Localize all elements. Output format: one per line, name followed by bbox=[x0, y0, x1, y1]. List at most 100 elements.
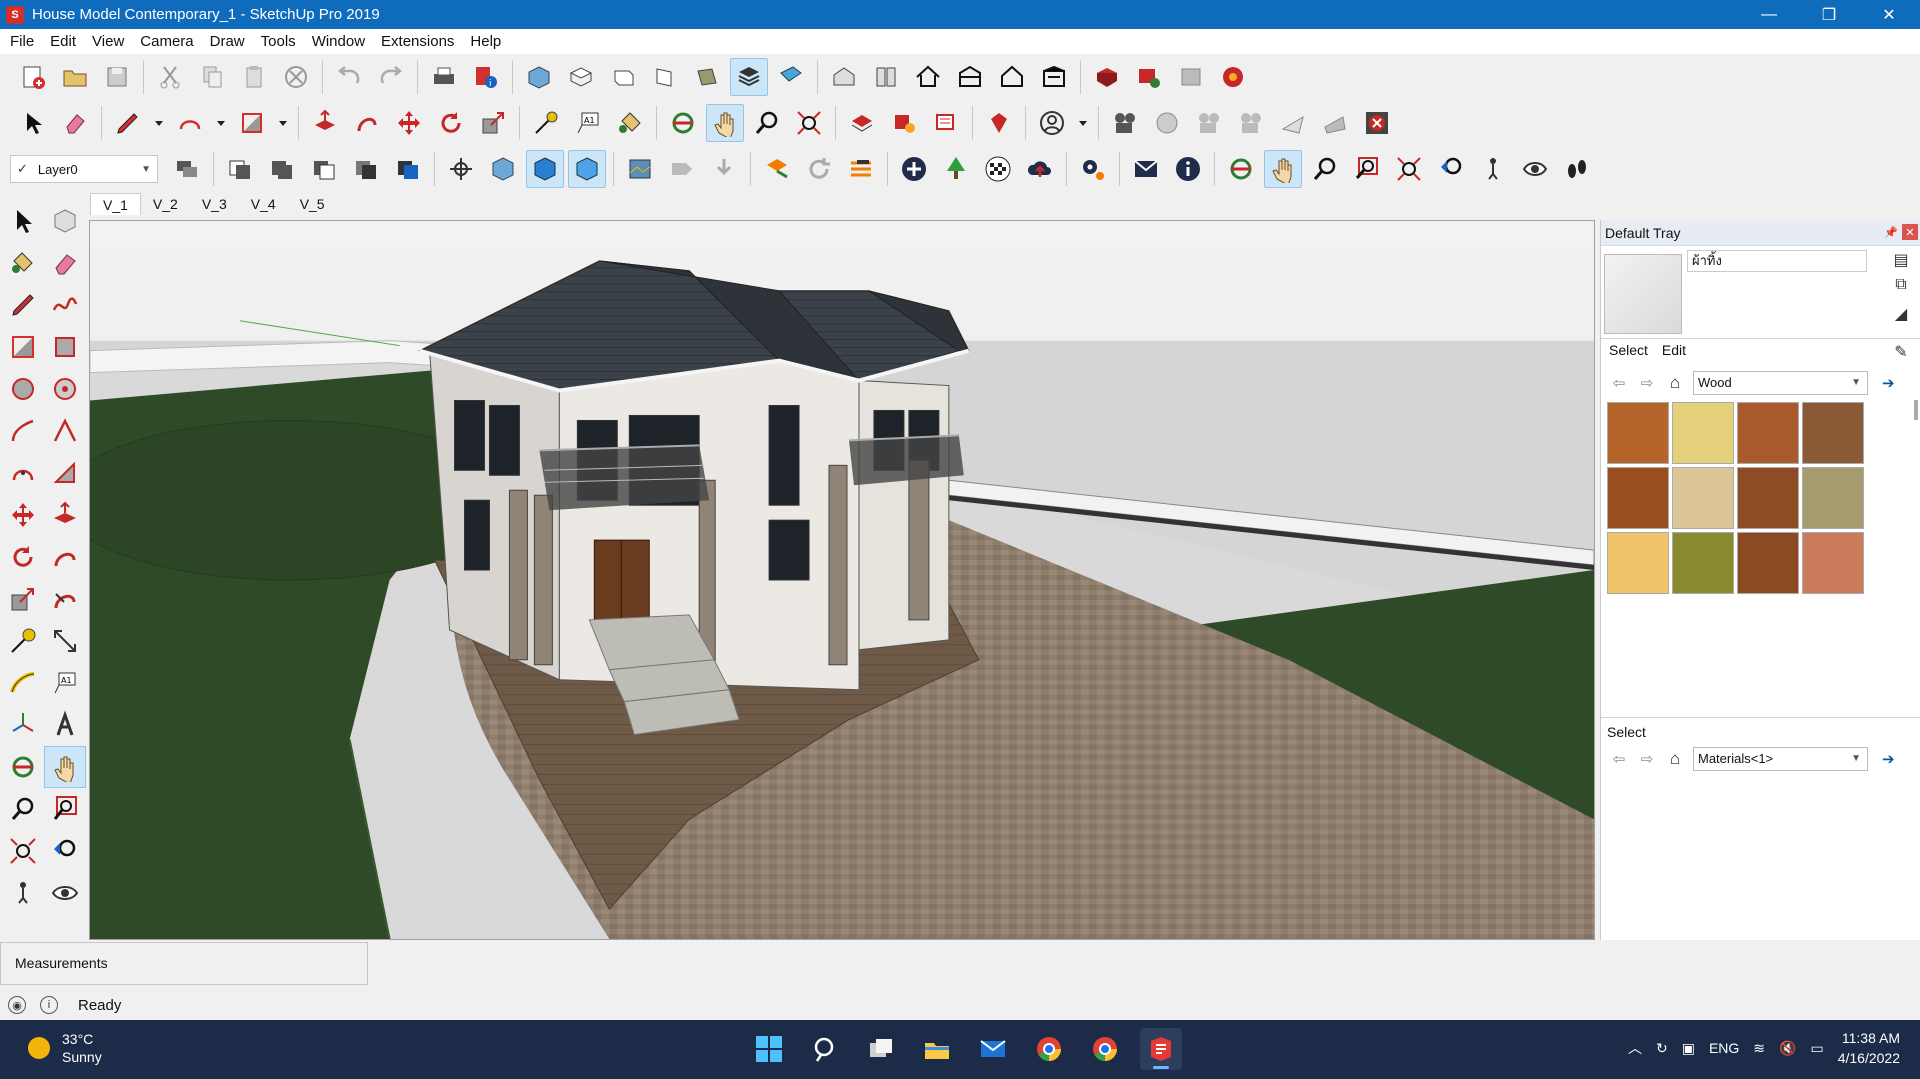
chrome-2-icon[interactable] bbox=[1084, 1028, 1126, 1070]
zoom-extents-icon[interactable] bbox=[790, 104, 828, 142]
axes-tool-icon[interactable] bbox=[2, 704, 44, 746]
menu-tools[interactable]: Tools bbox=[253, 29, 304, 54]
menu-camera[interactable]: Camera bbox=[132, 29, 201, 54]
download-icon[interactable] bbox=[705, 150, 743, 188]
menu-draw[interactable]: Draw bbox=[202, 29, 253, 54]
speaker-muted-icon[interactable]: 🔇 bbox=[1779, 1040, 1796, 1057]
material-swatch[interactable] bbox=[1672, 402, 1734, 464]
pan-tool-icon[interactable] bbox=[44, 746, 86, 788]
forward-arrow-icon[interactable]: ⇨ bbox=[1637, 374, 1657, 392]
cut-button[interactable] bbox=[151, 58, 189, 96]
task-view-icon[interactable] bbox=[860, 1028, 902, 1070]
two-point-arc-tool-icon[interactable] bbox=[44, 410, 86, 452]
paste-button[interactable] bbox=[235, 58, 273, 96]
animation-icon[interactable] bbox=[1190, 104, 1228, 142]
look-around-icon[interactable] bbox=[1516, 150, 1554, 188]
garage-icon[interactable] bbox=[1035, 58, 1073, 96]
render-region-icon[interactable] bbox=[1172, 58, 1210, 96]
position-camera-tool-icon[interactable] bbox=[2, 872, 44, 914]
material-swatch[interactable] bbox=[1607, 402, 1669, 464]
display-secondary-icon[interactable]: ▤ bbox=[1892, 250, 1910, 269]
move-icon[interactable] bbox=[390, 104, 428, 142]
rotate-tool-icon[interactable] bbox=[2, 536, 44, 578]
zoom-extents-2-icon[interactable] bbox=[1390, 150, 1428, 188]
eraser-tool-icon[interactable] bbox=[44, 242, 86, 284]
tag-icon[interactable] bbox=[663, 150, 701, 188]
store-icon[interactable] bbox=[951, 58, 989, 96]
material-swatch[interactable] bbox=[1607, 532, 1669, 594]
line-tool-icon[interactable] bbox=[2, 284, 44, 326]
line-dropdown-icon[interactable] bbox=[151, 104, 167, 142]
close-tray-icon[interactable]: ✕ bbox=[1902, 224, 1918, 240]
pan-2-icon[interactable] bbox=[1264, 150, 1302, 188]
book-icon[interactable] bbox=[867, 58, 905, 96]
zoom-window-icon[interactable] bbox=[1348, 150, 1386, 188]
back-arrow-2-icon[interactable]: ⇦ bbox=[1609, 750, 1629, 768]
cloud-upload-icon[interactable] bbox=[1021, 150, 1059, 188]
settings-gears-icon[interactable] bbox=[1074, 150, 1112, 188]
library-scrollbar[interactable] bbox=[1914, 400, 1918, 420]
list-export-icon[interactable] bbox=[842, 150, 880, 188]
polygon-tool-icon[interactable] bbox=[44, 368, 86, 410]
tab-select[interactable]: Select bbox=[1609, 342, 1648, 358]
material-name-field[interactable]: ผ้าทิ้ง bbox=[1687, 250, 1867, 272]
model-info-button[interactable]: i bbox=[467, 58, 505, 96]
account-icon[interactable] bbox=[1033, 104, 1071, 142]
scale-tool-icon[interactable] bbox=[2, 578, 44, 620]
wifi-icon[interactable]: ≋ bbox=[1753, 1040, 1765, 1057]
print-button[interactable] bbox=[425, 58, 463, 96]
pie-tool-icon[interactable] bbox=[44, 452, 86, 494]
material-swatch[interactable] bbox=[1607, 467, 1669, 529]
material-swatch[interactable] bbox=[1802, 532, 1864, 594]
arc-dropdown-icon[interactable] bbox=[213, 104, 229, 142]
details-arrow-icon[interactable]: ➔ bbox=[1882, 374, 1895, 392]
three-point-arc-tool-icon[interactable] bbox=[2, 452, 44, 494]
forward-arrow-2-icon[interactable]: ⇨ bbox=[1637, 750, 1657, 768]
previous-view-icon[interactable] bbox=[1432, 150, 1470, 188]
in-model-home-2-icon[interactable]: ⌂ bbox=[1665, 749, 1685, 769]
sketchup-taskbar-icon[interactable] bbox=[1140, 1028, 1182, 1070]
animation-2-icon[interactable] bbox=[1232, 104, 1270, 142]
default-material-icon[interactable]: ◢ bbox=[1892, 304, 1910, 323]
erase-button[interactable] bbox=[277, 58, 315, 96]
rotated-rectangle-tool-icon[interactable] bbox=[44, 326, 86, 368]
outer-shell-icon[interactable] bbox=[221, 150, 259, 188]
language-indicator[interactable]: ENG bbox=[1709, 1040, 1739, 1056]
material-swatch[interactable] bbox=[1802, 467, 1864, 529]
redo-button[interactable] bbox=[372, 58, 410, 96]
tape-measure-icon[interactable] bbox=[527, 104, 565, 142]
front-view-icon[interactable] bbox=[604, 58, 642, 96]
intersect-icon[interactable] bbox=[347, 150, 385, 188]
model-viewport[interactable] bbox=[89, 220, 1595, 940]
battery-icon[interactable]: ▭ bbox=[1810, 1040, 1823, 1057]
arc-icon[interactable] bbox=[171, 104, 209, 142]
weather-widget[interactable]: 33°C Sunny bbox=[28, 1030, 102, 1066]
material-swatch[interactable] bbox=[1737, 467, 1799, 529]
scene-tab-v4[interactable]: V_4 bbox=[239, 193, 288, 215]
save-button[interactable] bbox=[98, 58, 136, 96]
top-view-icon[interactable] bbox=[562, 58, 600, 96]
follow-me-tool-icon[interactable] bbox=[44, 536, 86, 578]
xray-style-icon[interactable] bbox=[772, 58, 810, 96]
rectangle-tool-icon[interactable] bbox=[2, 326, 44, 368]
menu-view[interactable]: View bbox=[84, 29, 132, 54]
minimize-button[interactable]: — bbox=[1740, 0, 1798, 29]
camera-reel-icon[interactable] bbox=[1106, 104, 1144, 142]
circle-tool-icon[interactable] bbox=[2, 368, 44, 410]
shaded-style-icon[interactable] bbox=[730, 58, 768, 96]
material-swatch[interactable] bbox=[1737, 532, 1799, 594]
tab-edit[interactable]: Edit bbox=[1662, 342, 1686, 358]
iso-view-icon[interactable] bbox=[520, 58, 558, 96]
menu-window[interactable]: Window bbox=[304, 29, 373, 54]
plane-icon[interactable] bbox=[1274, 104, 1312, 142]
scene-tab-v2[interactable]: V_2 bbox=[141, 193, 190, 215]
orbit-tool-icon[interactable] bbox=[2, 746, 44, 788]
sync-icon[interactable]: ↻ bbox=[1656, 1040, 1668, 1057]
render-batch-icon[interactable] bbox=[1214, 58, 1252, 96]
paint-bucket-icon[interactable] bbox=[611, 104, 649, 142]
orbit-2-icon[interactable] bbox=[1222, 150, 1260, 188]
library-select[interactable]: Wood ▼ bbox=[1693, 371, 1868, 395]
clock[interactable]: 11:38 AM 4/16/2022 bbox=[1838, 1028, 1900, 1068]
section-fill-icon[interactable] bbox=[927, 104, 965, 142]
3d-text-tool-icon[interactable] bbox=[44, 704, 86, 746]
